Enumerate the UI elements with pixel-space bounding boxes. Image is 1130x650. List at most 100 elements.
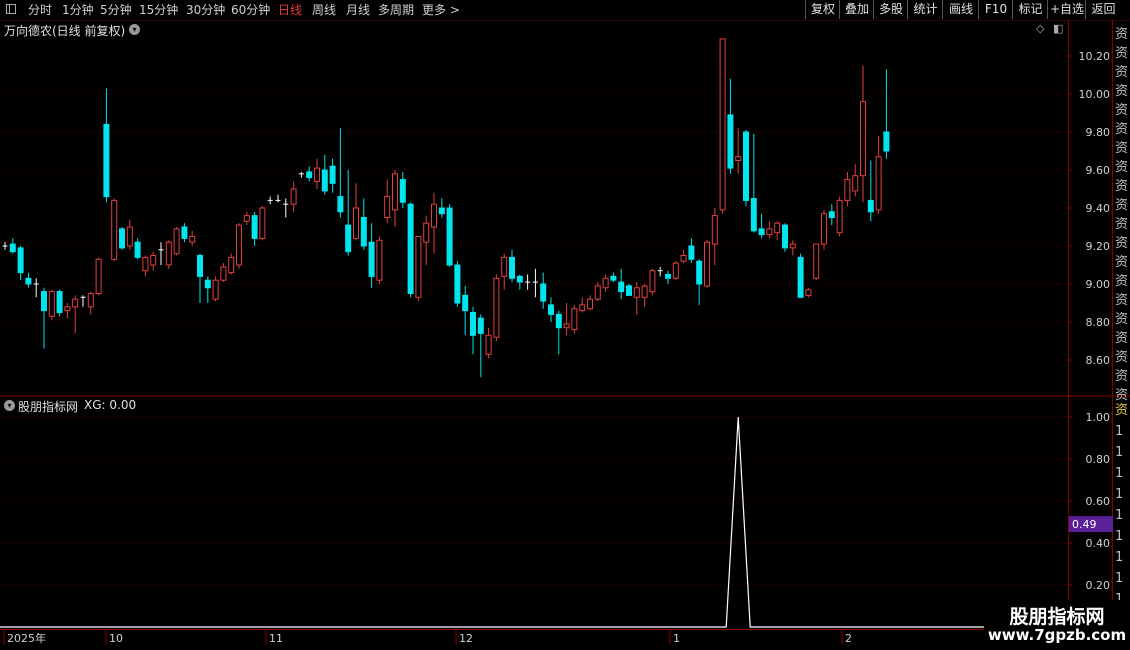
right-strip-char: 1 bbox=[1115, 571, 1123, 586]
candle-body bbox=[813, 243, 820, 279]
candle-body bbox=[290, 188, 297, 205]
price-tick-label: 9.20 bbox=[1086, 240, 1111, 253]
candle-body bbox=[251, 215, 258, 239]
indicator-tick-label: 0.80 bbox=[1086, 453, 1111, 466]
candle-body bbox=[368, 241, 375, 277]
right-strip-char: 资 bbox=[1115, 141, 1128, 156]
right-strip-char: 资 bbox=[1115, 274, 1128, 289]
candle-body bbox=[774, 222, 781, 234]
right-strip-char: 1 bbox=[1115, 529, 1123, 544]
right-strip-char: 资 bbox=[1115, 369, 1128, 384]
right-strip-char: 资 bbox=[1115, 160, 1128, 175]
candle-body bbox=[314, 167, 320, 182]
candle-body bbox=[220, 266, 227, 281]
candle-body bbox=[189, 236, 196, 243]
indicator-chevron-icon[interactable]: ▾ bbox=[4, 400, 15, 411]
candle-body bbox=[875, 156, 882, 211]
indicator-title: 股朋指标网 bbox=[18, 400, 79, 414]
right-strip-char: 1 bbox=[1115, 550, 1123, 565]
right-strip-char: 资 bbox=[1115, 403, 1128, 418]
right-strip-char: 资 bbox=[1115, 217, 1128, 232]
stock-title: 万向德农(日线 前复权) bbox=[4, 24, 126, 38]
right-strip-char: 资 bbox=[1115, 198, 1128, 213]
candle-body bbox=[649, 270, 656, 293]
right-strip-char: 资 bbox=[1115, 312, 1128, 327]
candle-body bbox=[48, 291, 55, 317]
right-strip-char: 资 bbox=[1115, 388, 1128, 403]
chevron-down-icon[interactable]: ▾ bbox=[129, 24, 140, 35]
price-tick-label: 10.00 bbox=[1079, 88, 1111, 101]
right-strip-char: 1 bbox=[1115, 466, 1123, 481]
candle-body bbox=[446, 207, 453, 266]
candle-body bbox=[407, 203, 414, 294]
candle-body bbox=[805, 289, 812, 296]
right-strip-char: 资 bbox=[1115, 27, 1128, 42]
date-label: 2025年 bbox=[7, 631, 46, 645]
right-strip-char: 资 bbox=[1115, 122, 1128, 137]
candle-body bbox=[454, 264, 461, 304]
candle-body bbox=[548, 304, 554, 315]
candle-body bbox=[852, 175, 859, 192]
candle-body bbox=[610, 275, 617, 281]
diamond-icon[interactable]: ◇ bbox=[1036, 22, 1044, 35]
candle-body bbox=[509, 256, 515, 279]
right-strip-char: 资 bbox=[1115, 331, 1128, 346]
candle-body bbox=[540, 283, 547, 302]
candle-body bbox=[72, 298, 79, 308]
date-label: 10 bbox=[109, 632, 123, 645]
candle-body bbox=[633, 287, 640, 298]
candle-body bbox=[782, 224, 788, 249]
xg-value: XG: 0.00 bbox=[84, 398, 137, 412]
candle-body bbox=[103, 123, 110, 198]
price-tick-label: 9.60 bbox=[1086, 164, 1111, 177]
xg-indicator-line bbox=[0, 416, 1068, 628]
candle-body bbox=[579, 304, 586, 312]
candle-body bbox=[142, 256, 149, 272]
candle-body bbox=[618, 281, 625, 293]
candle-body bbox=[56, 291, 63, 314]
candle-body bbox=[563, 323, 570, 329]
candle-body bbox=[587, 298, 593, 310]
right-strip-char: 资 bbox=[1115, 84, 1128, 99]
candle-body bbox=[641, 285, 648, 298]
candle-body bbox=[329, 165, 336, 184]
date-label: 11 bbox=[269, 632, 283, 645]
window-toggle-icon[interactable]: ◧ bbox=[1053, 22, 1063, 35]
candle-body bbox=[228, 256, 235, 274]
candle-body bbox=[204, 279, 211, 289]
right-strip-char: 资 bbox=[1115, 255, 1128, 270]
candle-body bbox=[212, 279, 219, 300]
candle-body bbox=[867, 199, 874, 213]
candle-body bbox=[743, 131, 749, 201]
price-tick-label: 9.80 bbox=[1086, 126, 1111, 139]
candle-body bbox=[321, 169, 328, 192]
candle-body bbox=[485, 334, 492, 355]
candle-body bbox=[87, 293, 94, 308]
candle-body bbox=[415, 236, 422, 298]
candle-body bbox=[376, 239, 383, 281]
candle-body bbox=[704, 241, 710, 287]
candle-body bbox=[150, 255, 157, 266]
candle-body bbox=[555, 313, 562, 329]
right-strip-char: 1 bbox=[1115, 424, 1123, 439]
right-strip-char: 资 bbox=[1115, 293, 1128, 308]
candle-body bbox=[719, 38, 726, 211]
candle-body bbox=[828, 211, 835, 219]
candle-body bbox=[727, 114, 734, 169]
candle-body bbox=[126, 226, 133, 247]
candle-body bbox=[134, 241, 141, 258]
candle-body bbox=[821, 213, 827, 245]
candle-body bbox=[353, 207, 359, 239]
chart-canvas[interactable]: 10.2010.009.809.609.409.209.008.808.601.… bbox=[0, 0, 1130, 650]
price-tick-label: 10.20 bbox=[1079, 50, 1111, 63]
candle-body bbox=[501, 256, 508, 277]
watermark-logo: 股朋指标网 www.7gpzb.com bbox=[984, 600, 1130, 650]
candle-body bbox=[197, 255, 203, 277]
candle-body bbox=[844, 179, 851, 201]
candle-body bbox=[470, 312, 476, 336]
candle-body bbox=[399, 179, 406, 203]
candle-body bbox=[789, 243, 796, 249]
candle-body bbox=[337, 196, 344, 213]
candle-body bbox=[181, 226, 188, 239]
candle-body bbox=[735, 156, 742, 161]
